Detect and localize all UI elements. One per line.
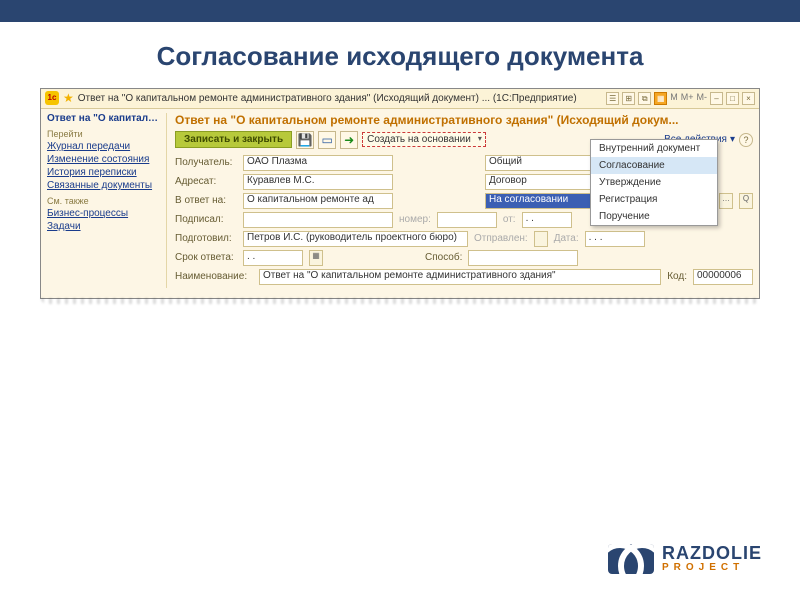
brand-logo: RAZDOLIE PROJECT bbox=[608, 544, 762, 574]
method-input[interactable] bbox=[468, 250, 578, 266]
sidebar-link-processes[interactable]: Бизнес-процессы bbox=[47, 208, 162, 219]
create-based-button[interactable]: Создать на основании bbox=[362, 132, 486, 147]
logo-name: RAZDOLIE bbox=[662, 545, 762, 561]
sent-label: Отправлен: bbox=[474, 233, 528, 244]
sidebar-current-doc: Ответ на "О капиталь… bbox=[47, 113, 162, 124]
sidebar-link-journal[interactable]: Журнал передачи bbox=[47, 141, 162, 152]
maximize-button[interactable]: □ bbox=[726, 92, 739, 105]
code-input[interactable]: 00000006 bbox=[693, 269, 753, 285]
m-button[interactable]: M bbox=[670, 92, 678, 105]
addressee-input[interactable]: Куравлев М.С. bbox=[243, 174, 393, 190]
signed-label: Подписал: bbox=[175, 214, 237, 225]
mminus-button[interactable]: M- bbox=[697, 92, 708, 105]
calc-icon[interactable]: ▦ bbox=[654, 92, 667, 105]
date-input[interactable]: . . . bbox=[585, 231, 645, 247]
sidebar-group-head: Перейти bbox=[47, 129, 162, 139]
sidebar-link-state-change[interactable]: Изменение состояния bbox=[47, 154, 162, 165]
titlebar-icon[interactable]: ☰ bbox=[606, 92, 619, 105]
state-open[interactable]: Q bbox=[739, 193, 753, 209]
dropdown-item-assignment[interactable]: Поручение bbox=[591, 208, 717, 225]
oneC-icon: 1c bbox=[45, 91, 59, 105]
inreply-input[interactable]: О капитальном ремонте ад bbox=[243, 193, 393, 209]
main-pane: Ответ на "О капитальном ремонте админист… bbox=[175, 113, 753, 288]
prepared-label: Подготовил: bbox=[175, 233, 237, 244]
sidebar-link-tasks[interactable]: Задачи bbox=[47, 221, 162, 232]
logo-mark-icon bbox=[608, 544, 654, 574]
titlebar-icon[interactable]: ⊞ bbox=[622, 92, 635, 105]
deadline-label: Срок ответа: bbox=[175, 252, 237, 263]
dropdown-item-confirmation[interactable]: Утверждение bbox=[591, 174, 717, 191]
window-title-text: Ответ на "О капитальном ремонте админист… bbox=[78, 93, 577, 104]
titlebar-icon[interactable]: ⧉ bbox=[638, 92, 651, 105]
calendar-icon[interactable]: ▦ bbox=[309, 250, 323, 266]
dropdown-item-approval[interactable]: Согласование bbox=[591, 157, 717, 174]
minimize-button[interactable]: – bbox=[710, 92, 723, 105]
dropdown-item-registration[interactable]: Регистрация bbox=[591, 191, 717, 208]
sidebar-group-head: См. также bbox=[47, 196, 162, 206]
star-icon[interactable]: ★ bbox=[63, 91, 74, 105]
date-label: Дата: bbox=[554, 233, 579, 244]
dropdown-item-internal-doc[interactable]: Внутренний документ bbox=[591, 140, 717, 157]
arrow-icon[interactable]: ➜ bbox=[340, 131, 358, 149]
num-label: номер: bbox=[399, 214, 431, 225]
sidebar-link-related[interactable]: Связанные документы bbox=[47, 180, 162, 191]
save-close-button[interactable]: Записать и закрыть bbox=[175, 131, 292, 148]
recipient-label: Получатель: bbox=[175, 157, 237, 168]
create-based-dropdown: Внутренний документ Согласование Утвержд… bbox=[590, 139, 718, 226]
recipient-input[interactable]: ОАО Плазма bbox=[243, 155, 393, 171]
top-border-bar bbox=[0, 0, 800, 22]
document-title: Ответ на "О капитальном ремонте админист… bbox=[175, 113, 753, 127]
slide-title: Согласование исходящего документа bbox=[0, 22, 800, 88]
num-input[interactable] bbox=[437, 212, 497, 228]
doc-icon[interactable]: ▭ bbox=[318, 131, 336, 149]
inreply-label: В ответ на: bbox=[175, 195, 237, 206]
logo-subtitle: PROJECT bbox=[662, 562, 762, 573]
save-icon[interactable]: 💾 bbox=[296, 131, 314, 149]
method-label: Способ: bbox=[425, 252, 462, 263]
name-input[interactable]: Ответ на "О капитальном ремонте админист… bbox=[259, 269, 661, 285]
sent-checkbox[interactable] bbox=[534, 231, 548, 247]
from-input[interactable]: . . bbox=[522, 212, 572, 228]
mplus-button[interactable]: M+ bbox=[681, 92, 694, 105]
help-icon[interactable]: ? bbox=[739, 133, 753, 147]
prepared-input[interactable]: Петров И.С. (руководитель проектного бюр… bbox=[243, 231, 468, 247]
from-label: от: bbox=[503, 214, 516, 225]
code-label: Код: bbox=[667, 271, 687, 282]
sidebar: Ответ на "О капиталь… Перейти Журнал пер… bbox=[47, 113, 167, 288]
state-ellipsis[interactable]: … bbox=[719, 193, 733, 209]
window-titlebar: 1c ★ Ответ на "О капитальном ремонте адм… bbox=[41, 89, 759, 109]
close-button[interactable]: × bbox=[742, 92, 755, 105]
name-label: Наименование: bbox=[175, 271, 253, 282]
deadline-input[interactable]: . . bbox=[243, 250, 303, 266]
sidebar-link-history[interactable]: История переписки bbox=[47, 167, 162, 178]
app-window: 1c ★ Ответ на "О капитальном ремонте адм… bbox=[40, 88, 760, 299]
signed-input[interactable] bbox=[243, 212, 393, 228]
addressee-label: Адресат: bbox=[175, 176, 237, 187]
